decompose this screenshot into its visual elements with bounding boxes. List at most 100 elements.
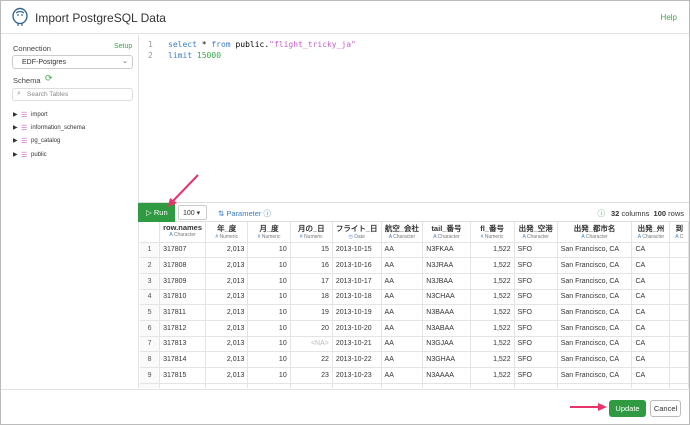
table-cell: 317807 (159, 242, 207, 259)
search-tables-input[interactable]: ⌕ Search Tables (12, 88, 133, 101)
column-name: fl_番号 (480, 224, 504, 233)
column-name: 出発_空港 (518, 224, 553, 233)
sliders-icon: ⇅ (218, 209, 225, 218)
table-cell: 1,522 (470, 273, 515, 290)
column-header[interactable]: 出発_都市名 A Character (557, 222, 633, 243)
table-cell (669, 367, 689, 384)
table-row[interactable]: 2 317808 2,013 10 16 2013-10-16 AA N3JRAA 1,522 S… (140, 257, 689, 274)
import-dialog: Import PostgreSQL Data Help Connection S… (0, 0, 690, 425)
connection-select[interactable]: EDF-Postgres ⌄ (12, 55, 133, 69)
limit-value: 100 (183, 210, 195, 217)
help-circle-icon[interactable]: ⓘ (264, 209, 272, 218)
row-index: 7 (140, 336, 161, 353)
table-row[interactable]: 9 317815 2,013 10 23 2013-10-23 AA N3AAAA 1,522 S… (140, 367, 689, 384)
row-index: 9 (140, 367, 161, 384)
column-header[interactable]: fl_番号 # Numeric (470, 222, 515, 243)
table-cell: 2013-10-16 (332, 257, 382, 274)
table-row[interactable]: 5 317811 2,013 10 19 2013-10-19 AA N3BAAA 1,522 S… (140, 304, 689, 321)
help-link[interactable]: Help (661, 13, 677, 22)
column-name: tail_番号 (431, 224, 462, 233)
table-cell: N3GHAA (422, 351, 471, 368)
table-cell: 1,522 (470, 351, 515, 368)
sql-editor[interactable]: 1 2 select * from public."flight_tricky_… (140, 35, 689, 202)
table-row[interactable]: 1 317807 2,013 10 15 2013-10-15 AA N3FKAA 1,522 S… (140, 242, 689, 259)
table-cell: SFO (514, 351, 558, 368)
result-grid[interactable]: row.names A Character 年_度 # Numeric 月_度 # Num… (140, 222, 689, 388)
table-cell: 17 (290, 273, 333, 290)
column-header[interactable]: フライト_日 ◷ Date (332, 222, 382, 243)
table-cell: 2,013 (205, 273, 249, 290)
table-cell: 10 (247, 320, 291, 337)
update-button[interactable]: Update (609, 400, 646, 417)
expand-triangle-icon[interactable]: ▶ (13, 124, 18, 131)
column-header[interactable] (140, 222, 161, 243)
expand-triangle-icon[interactable]: ▶ (13, 137, 18, 144)
table-cell (669, 242, 689, 259)
schema-item-public[interactable]: ▶ ☰ public (13, 151, 133, 163)
table-cell: CA (631, 273, 671, 290)
table-cell: CA (631, 242, 671, 259)
schema-item-pg-catalog[interactable]: ▶ ☰ pg_catalog (13, 137, 133, 149)
table-cell: AA (381, 257, 424, 274)
schema-item-information-schema[interactable]: ▶ ☰ information_schema (13, 124, 133, 136)
table-cell: 317809 (159, 273, 207, 290)
table-row[interactable]: 6 317812 2,013 10 20 2013-10-20 AA N3ABAA 1,522 S… (140, 320, 689, 337)
refresh-icon[interactable]: ⟳ (45, 73, 53, 84)
parameter-button[interactable]: ⇅ Parameter ⓘ (218, 208, 271, 219)
table-cell: 10 (247, 336, 291, 353)
table-cell: SFO (514, 273, 558, 290)
expand-triangle-icon[interactable]: ▶ (13, 151, 18, 158)
table-row[interactable]: 4 317810 2,013 10 18 2013-10-18 AA N3CHAA 1,522 S… (140, 289, 689, 306)
column-header[interactable]: 出発_州 A Character (631, 222, 671, 243)
column-header[interactable]: 航空_会社 A Character (381, 222, 424, 243)
cancel-button[interactable]: Cancel (650, 400, 681, 417)
table-cell: 317815 (159, 367, 207, 384)
table-cell: 1,522 (470, 320, 515, 337)
row-index: 8 (140, 351, 161, 368)
table-cell: 1,522 (470, 304, 515, 321)
table-cell: N3BAAA (422, 304, 471, 321)
type-label: Character (436, 234, 460, 240)
table-cell: San Francisco, CA (557, 351, 633, 368)
table-cell (669, 273, 689, 290)
column-header[interactable]: 月_度 # Numeric (247, 222, 291, 243)
keyword-limit: limit (168, 51, 193, 60)
table-cell: CA (631, 257, 671, 274)
table-row[interactable]: 3 317809 2,013 10 17 2013-10-17 AA N3JBAA 1,522 S… (140, 273, 689, 290)
header-row: row.names A Character 年_度 # Numeric 月_度 # Num… (140, 222, 689, 243)
table-row[interactable]: 8 317814 2,013 10 22 2013-10-22 AA N3GHAA 1,522 S… (140, 351, 689, 368)
expand-triangle-icon[interactable]: ▶ (13, 111, 18, 118)
table-cell: 2,013 (205, 336, 249, 353)
result-table: row.names A Character 年_度 # Numeric 月_度 # Num… (140, 222, 689, 388)
parameter-label: Parameter (226, 209, 262, 218)
column-header[interactable]: 年_度 # Numeric (205, 222, 249, 243)
table-cell: AA (381, 367, 424, 384)
table-row[interactable]: 7 317813 2,013 10 <NA> 2013-10-21 AA N3GJAA 1,52… (140, 336, 689, 353)
column-type: A Character (426, 234, 466, 240)
table-cell: AA (381, 304, 424, 321)
column-header[interactable]: tail_番号 A Character (422, 222, 471, 243)
schema-item-import[interactable]: ▶ ☰ import (13, 111, 133, 123)
table-cell: N3JBAA (422, 273, 471, 290)
column-header[interactable]: row.names A Character (159, 222, 207, 243)
query-toolbar: ▷ Run 100 ▾ ⇅ Parameter ⓘ ⓘ 32 columns 10… (138, 202, 689, 222)
table-cell: 10 (247, 289, 291, 306)
keyword-select: select (168, 40, 197, 49)
type-label: Character (640, 234, 665, 240)
chevron-down-icon: ⌄ (122, 58, 128, 65)
table-row[interactable]: 103178162,01310242013-10-24AAN3CTAA1,522… (140, 383, 689, 388)
setup-link[interactable]: Setup (114, 43, 132, 50)
table-cell: CA (631, 351, 671, 368)
column-header[interactable]: 月の_日 # Numeric (290, 222, 333, 243)
table-cell: N3CHAA (422, 289, 471, 306)
table-cell: 317812 (159, 320, 207, 337)
table-cell: 2,013 (205, 289, 249, 306)
column-header[interactable]: 出発_空港 A Character (514, 222, 558, 243)
table-cell: SFO (514, 257, 558, 274)
column-name: フライト_日 (335, 224, 378, 233)
column-name: 月_度 (259, 224, 279, 233)
dialog-header: Import PostgreSQL Data Help (1, 1, 689, 34)
line-number: 2 (148, 51, 153, 60)
column-header[interactable]: 到A C (669, 222, 689, 243)
table-cell: 1,522 (470, 242, 515, 259)
